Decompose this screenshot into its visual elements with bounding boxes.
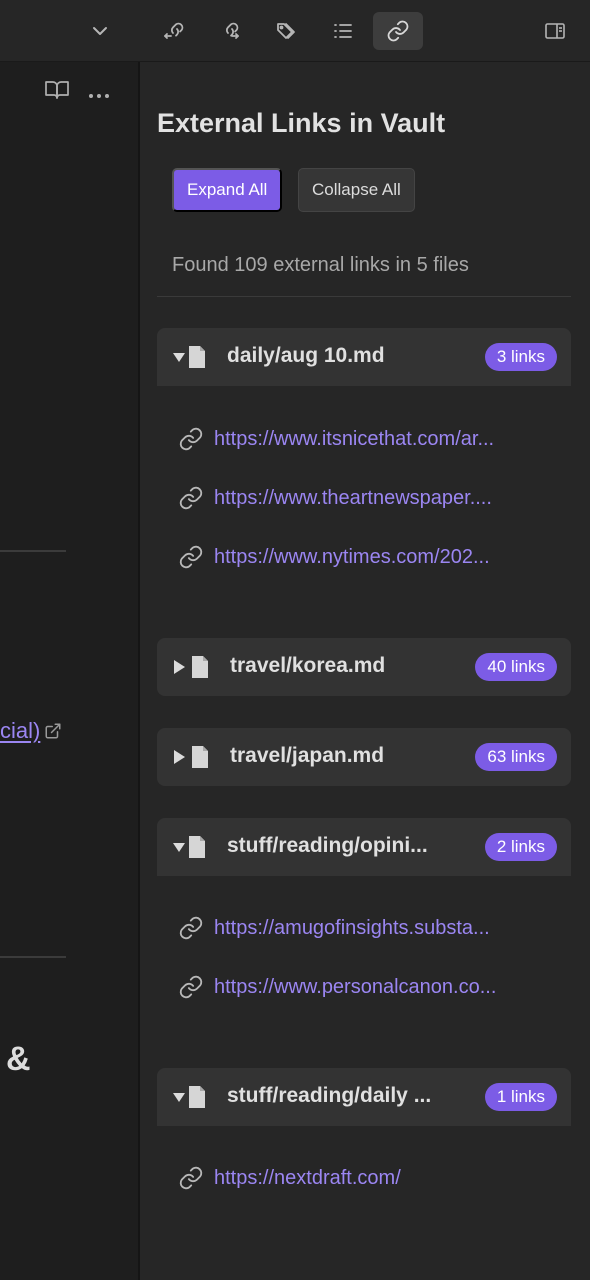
external-link-item[interactable]: https://www.theartnewspaper.... [178,483,548,513]
caret-down-icon[interactable] [171,1087,187,1107]
file-icon [187,835,207,859]
caret-right-icon[interactable] [171,657,187,677]
caret-down-icon[interactable] [171,837,187,857]
chevron-down-icon[interactable] [75,12,125,50]
link-icon [178,974,204,1000]
link-count-badge: 1 links [484,1083,557,1111]
file-group-header[interactable]: stuff/reading/opini... 2 links [157,818,571,876]
divider-line [0,550,66,552]
link-icon [178,426,204,452]
divider-line [0,956,66,958]
link-url[interactable]: https://www.personalcanon.co... [214,976,496,999]
file-group-header[interactable]: daily/aug 10.md 3 links [157,328,571,386]
link-icon [178,485,204,511]
external-links-panel: External Links in Vault Expand All Colla… [140,62,590,1280]
divider-line [157,296,571,297]
editor-text: & [6,1040,31,1078]
file-icon [187,345,207,369]
link-count-badge: 63 links [475,743,557,771]
editor-pane: cial) & [0,62,138,1280]
outgoing-links-icon[interactable] [205,12,255,50]
file-group-header[interactable]: stuff/reading/daily ... 1 links [157,1068,571,1126]
link-count-badge: 40 links [475,653,557,681]
link-icon [178,1165,204,1191]
external-link-item[interactable]: https://www.nytimes.com/202... [178,542,548,572]
link-icon [178,915,204,941]
external-links-icon[interactable] [373,12,423,50]
toolbar [0,0,590,62]
link-url[interactable]: https://nextdraft.com/ [214,1167,401,1190]
link-url[interactable]: https://amugofinsights.substa... [214,917,490,940]
file-icon [190,655,210,679]
file-name[interactable]: stuff/reading/opini... [227,834,428,858]
file-group-header[interactable]: travel/korea.md 40 links [157,638,571,696]
panel-title: External Links in Vault [157,108,446,138]
sidebar-toggle-icon[interactable] [530,12,580,50]
editor-link-text[interactable]: cial) [0,718,40,744]
external-link-icon [45,723,61,739]
expand-all-button[interactable]: Expand All [172,168,283,212]
link-icon [178,544,204,570]
collapse-all-button[interactable]: Collapse All [298,168,415,212]
link-count-badge: 3 links [484,343,557,371]
external-link-item[interactable]: https://www.itsnicethat.com/ar... [178,424,548,454]
link-url[interactable]: https://www.nytimes.com/202... [214,546,490,569]
file-icon [187,1085,207,1109]
caret-right-icon[interactable] [171,747,187,767]
file-name[interactable]: daily/aug 10.md [227,344,385,368]
file-name[interactable]: travel/japan.md [230,744,384,768]
file-name[interactable]: stuff/reading/daily ... [227,1084,431,1108]
reading-mode-icon[interactable] [44,78,70,107]
file-group-header[interactable]: travel/japan.md 63 links [157,728,571,786]
backlinks-icon[interactable] [150,12,200,50]
outline-icon[interactable] [318,12,368,50]
external-link-item[interactable]: https://www.personalcanon.co... [178,972,548,1002]
more-options-icon[interactable] [88,86,110,104]
external-link-item[interactable]: https://nextdraft.com/ [178,1163,548,1193]
file-icon [190,745,210,769]
summary-text: Found 109 external links in 5 files [172,254,469,276]
external-link-item[interactable]: https://amugofinsights.substa... [178,913,548,943]
link-count-badge: 2 links [484,833,557,861]
link-url[interactable]: https://www.itsnicethat.com/ar... [214,428,494,451]
tags-icon[interactable] [262,12,312,50]
file-name[interactable]: travel/korea.md [230,654,385,678]
caret-down-icon[interactable] [171,347,187,367]
link-url[interactable]: https://www.theartnewspaper.... [214,487,492,510]
editor-link[interactable]: cial) [0,718,62,744]
app-window: cial) & External Links in Vault Expand A… [0,0,590,1280]
